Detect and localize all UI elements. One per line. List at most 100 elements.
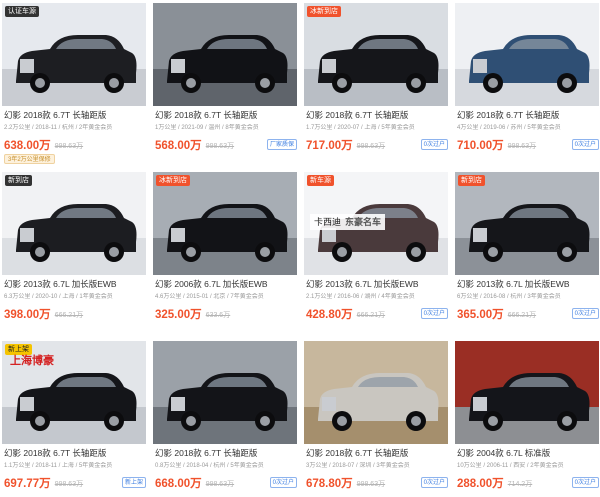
- original-price: 998.63万: [205, 143, 235, 150]
- listing-title[interactable]: 幻影 2004款 6.7L 标准版: [457, 448, 599, 459]
- original-price: 998.63万: [507, 143, 537, 150]
- listing-meta: 10万公里 / 2006-11 / 西安 / 2年黄金会员: [457, 463, 564, 469]
- listing-price: 710.00万: [457, 140, 504, 152]
- car-photo[interactable]: 新到店: [2, 172, 146, 275]
- listing-price: 638.00万: [4, 140, 51, 152]
- car-photo[interactable]: 冰新到店: [153, 172, 297, 275]
- listing-title[interactable]: 幻影 2018款 6.7T 长轴距版: [4, 110, 146, 121]
- car-photo[interactable]: 认证车源: [2, 3, 146, 106]
- listing-title[interactable]: 幻影 2013款 6.7L 加长版EWB: [4, 279, 146, 290]
- price-row: 288.00万 714.2万 0次过户: [457, 474, 599, 490]
- listing-card[interactable]: 幻影 2018款 6.7T 长轴距版 1万公里 / 2021-09 / 温州 / …: [153, 3, 297, 163]
- listing-card[interactable]: 新车源卡西迪 东豪名车幻影 2013款 6.7L 加长版EWB 2.1万公里 / 2…: [304, 172, 448, 332]
- listing-card[interactable]: 幻影 2018款 6.7T 长轴距版 4万公里 / 2019-06 / 苏州 / …: [455, 3, 599, 163]
- listing-meta: 1.1万公里 / 2018-11 / 上海 / 5年黄金会员: [4, 463, 113, 469]
- listing-title[interactable]: 幻影 2018款 6.7T 长轴距版: [306, 110, 448, 121]
- price-row: 638.00万 998.63万: [4, 136, 146, 152]
- listing-title[interactable]: 幻影 2013款 6.7L 加长版EWB: [457, 279, 599, 290]
- car-photo[interactable]: 冰新到店: [304, 3, 448, 106]
- listing-price: 288.00万: [457, 478, 504, 490]
- listing-grid: 认证车源幻影 2018款 6.7T 长轴距版 2.2万公里 / 2018-11 /…: [0, 0, 600, 497]
- listing-price: 717.00万: [306, 140, 353, 152]
- original-price: 666.21万: [54, 312, 84, 319]
- car-image-icon: [153, 3, 297, 106]
- listing-tag: 厂家质保: [266, 139, 297, 150]
- listing-title[interactable]: 幻影 2018款 6.7T 长轴距版: [155, 110, 297, 121]
- listing-badge: 认证车源: [5, 6, 39, 17]
- original-price: 998.63万: [54, 143, 84, 150]
- price-row: 398.00万 666.21万: [4, 305, 146, 321]
- listing-card[interactable]: 认证车源幻影 2018款 6.7T 长轴距版 2.2万公里 / 2018-11 /…: [2, 3, 146, 164]
- listing-title[interactable]: 幻影 2018款 6.7T 长轴距版: [4, 448, 146, 459]
- listing-title[interactable]: 幻影 2006款 6.7L 加长版EWB: [155, 279, 297, 290]
- listing-badge: 新车源: [307, 175, 334, 186]
- listing-meta: 6万公里 / 2016-08 / 杭州 / 3年黄金会员: [457, 294, 561, 300]
- car-photo[interactable]: 新到店: [455, 172, 599, 275]
- listing-price: 365.00万: [457, 309, 504, 321]
- listing-price: 678.80万: [306, 478, 353, 490]
- price-row: 568.00万 998.63万 厂家质保: [155, 136, 297, 152]
- listing-price: 697.77万: [4, 478, 51, 490]
- car-photo[interactable]: [455, 341, 599, 444]
- listing-tag: 0次过户: [269, 477, 297, 488]
- listing-card[interactable]: 幻影 2018款 6.7T 长轴距版 0.8万公里 / 2018-04 / 杭州 …: [153, 341, 297, 497]
- listing-meta: 1万公里 / 2021-09 / 温州 / 8年黄金会员: [155, 125, 259, 131]
- car-photo[interactable]: 新车源卡西迪 东豪名车: [304, 172, 448, 275]
- listing-card[interactable]: 冰新到店 幻影 2006款 6.7L 加长版EWB 4.6万公里 / 2015-01…: [153, 172, 297, 332]
- listing-tag: 0次过户: [420, 139, 448, 150]
- listing-badge: 新到店: [5, 175, 32, 186]
- original-price: 998.63万: [205, 481, 235, 488]
- listing-tag: 0次过户: [420, 308, 448, 319]
- car-image-icon: [153, 341, 297, 444]
- car-photo[interactable]: 新上架 上海博豪: [2, 341, 146, 444]
- listing-card[interactable]: 新到店幻影 2013款 6.7L 加长版EWB 6.3万公里 / 2020-10 …: [2, 172, 146, 332]
- original-price: 998.63万: [356, 143, 386, 150]
- listing-title[interactable]: 幻影 2018款 6.7T 长轴距版: [155, 448, 297, 459]
- dealer-overlay-name: 卡西迪: [314, 217, 342, 227]
- listing-badge: 新到店: [458, 175, 485, 186]
- listing-card[interactable]: 幻影 2004款 6.7L 标准版 10万公里 / 2006-11 / 西安 / …: [455, 341, 599, 497]
- price-row: 710.00万 998.63万 0次过户: [457, 136, 599, 152]
- car-image-icon: [2, 3, 146, 106]
- car-image-icon: [455, 3, 599, 106]
- car-image-icon: [153, 172, 297, 275]
- listing-price: 428.80万: [306, 309, 353, 321]
- warranty-tag: 3年2万公里保修: [4, 154, 55, 164]
- listing-meta: 2.2万公里 / 2018-11 / 杭州 / 2年黄金会员: [4, 125, 113, 131]
- listing-title[interactable]: 幻影 2013款 6.7L 加长版EWB: [306, 279, 448, 290]
- listing-price: 668.00万: [155, 478, 202, 490]
- original-price: 633.6万: [205, 312, 231, 319]
- listing-card[interactable]: 新上架 上海博豪幻影 2018款 6.7T 长轴距版 1.1万公里 / 2018-1…: [2, 341, 146, 497]
- price-row: 428.80万 666.21万 0次过户: [306, 305, 448, 321]
- car-photo[interactable]: [304, 341, 448, 444]
- listing-badge: 冰新到店: [307, 6, 341, 17]
- listing-price: 325.00万: [155, 309, 202, 321]
- listing-price: 568.00万: [155, 140, 202, 152]
- listing-card[interactable]: 新到店幻影 2013款 6.7L 加长版EWB 6万公里 / 2016-08 / …: [455, 172, 599, 332]
- car-image-icon: [304, 341, 448, 444]
- listing-meta: 1.7万公里 / 2020-07 / 上海 / 5年黄金会员: [306, 125, 415, 131]
- car-image-icon: [455, 172, 599, 275]
- listing-tag: 0次过户: [571, 139, 599, 150]
- price-row: 325.00万 633.6万: [155, 305, 297, 321]
- listing-meta: 2.1万公里 / 2016-06 / 湖州 / 4年黄金会员: [306, 294, 415, 300]
- listing-card[interactable]: 幻影 2018款 6.7T 长轴距版 3万公里 / 2018-07 / 深圳 / …: [304, 341, 448, 497]
- listing-tag: 0次过户: [571, 477, 599, 488]
- listing-meta: 6.3万公里 / 2020-10 / 上海 / 1年黄金会员: [4, 294, 113, 300]
- car-image-icon: [2, 172, 146, 275]
- price-row: 697.77万 998.63万 新上架: [4, 474, 146, 490]
- car-image-icon: [455, 341, 599, 444]
- original-price: 666.21万: [356, 312, 386, 319]
- listing-title[interactable]: 幻影 2018款 6.7T 长轴距版: [306, 448, 448, 459]
- dealer-overlay-store: 东豪名车: [345, 217, 382, 227]
- listing-card[interactable]: 冰新到店幻影 2018款 6.7T 长轴距版 1.7万公里 / 2020-07 /…: [304, 3, 448, 163]
- car-photo[interactable]: [153, 3, 297, 106]
- listing-tag: 0次过户: [571, 308, 599, 319]
- listing-title[interactable]: 幻影 2018款 6.7T 长轴距版: [457, 110, 599, 121]
- car-photo[interactable]: [153, 341, 297, 444]
- listing-tag: 新上架: [121, 477, 146, 488]
- car-photo[interactable]: [455, 3, 599, 106]
- listing-meta: 0.8万公里 / 2018-04 / 杭州 / 5年黄金会员: [155, 463, 264, 469]
- listing-tag: 0次过户: [420, 477, 448, 488]
- dealer-overlay: 卡西迪 东豪名车: [310, 214, 386, 230]
